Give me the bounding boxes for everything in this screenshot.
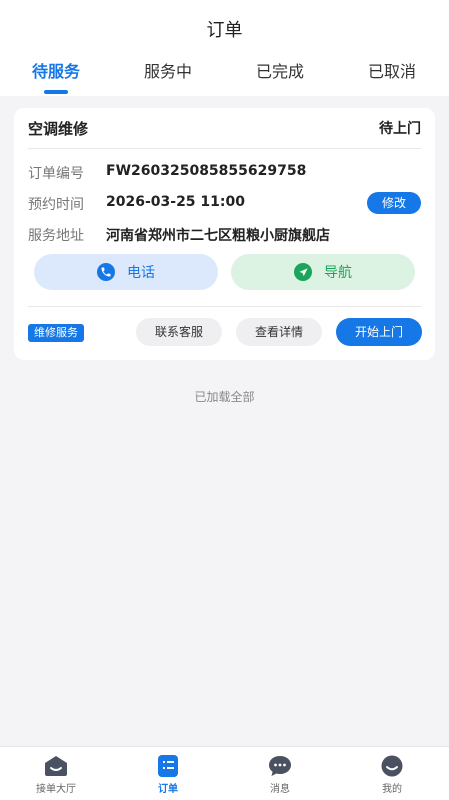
navigate-button-label: 导航 — [324, 265, 352, 281]
contact-support-button[interactable]: 联系客服 — [136, 318, 222, 346]
nav-item-orders[interactable]: 订单 — [112, 755, 224, 795]
list-end-text: 已加载全部 — [194, 390, 255, 404]
phone-icon — [97, 263, 115, 281]
order-service-title: 空调维修 — [28, 120, 89, 138]
view-details-button[interactable]: 查看详情 — [236, 318, 322, 346]
modify-time-button[interactable]: 修改 — [367, 192, 421, 214]
card-divider — [28, 306, 421, 307]
call-button-label: 电话 — [127, 265, 155, 281]
service-address-value: 河南省郑州市二七区粗粮小厨旗舰店 — [106, 228, 330, 244]
navigation-arrow-icon — [294, 263, 312, 281]
nav-label-orders: 订单 — [158, 784, 178, 795]
service-address-label: 服务地址 — [28, 228, 84, 244]
hall-icon — [45, 756, 67, 776]
bottom-navigation: 接单大厅 订单 消息 我的 — [0, 746, 449, 800]
tab-cancelled[interactable]: 已取消 — [336, 60, 448, 84]
top-bar: 订单 待服务 服务中 已完成 已取消 — [0, 0, 449, 96]
appointment-time-value: 2026-03-25 11:00 — [106, 194, 245, 210]
order-status-badge: 待上门 — [379, 121, 421, 137]
page-title: 订单 — [206, 20, 243, 41]
start-visit-button[interactable]: 开始上门 — [336, 318, 422, 346]
tab-pending-service[interactable]: 待服务 — [0, 60, 112, 84]
nav-item-profile[interactable]: 我的 — [336, 755, 448, 795]
nav-label-profile: 我的 — [382, 784, 402, 795]
message-icon — [269, 756, 291, 776]
order-number-label: 订单编号 — [28, 166, 84, 182]
navigate-button[interactable]: 导航 — [231, 254, 415, 290]
order-status-tabs: 待服务 服务中 已完成 已取消 — [0, 60, 449, 96]
nav-label-messages: 消息 — [270, 784, 290, 795]
card-divider — [28, 148, 421, 149]
order-card[interactable]: 空调维修 待上门 订单编号 FW26032508585562975​8 预约时间… — [14, 108, 435, 360]
appointment-time-label: 预约时间 — [28, 197, 84, 213]
tab-in-service[interactable]: 服务中 — [112, 60, 224, 84]
call-button[interactable]: 电话 — [34, 254, 218, 290]
nav-label-hall: 接单大厅 — [36, 784, 76, 795]
nav-item-messages[interactable]: 消息 — [224, 755, 336, 795]
profile-icon — [381, 755, 403, 777]
active-tab-indicator — [44, 90, 68, 94]
nav-item-hall[interactable]: 接单大厅 — [0, 755, 112, 795]
order-icon — [158, 755, 178, 777]
service-type-tag: 维修服务 — [28, 324, 84, 342]
tab-completed[interactable]: 已完成 — [224, 60, 336, 84]
order-number-value: FW26032508585562975​8 — [106, 163, 307, 179]
